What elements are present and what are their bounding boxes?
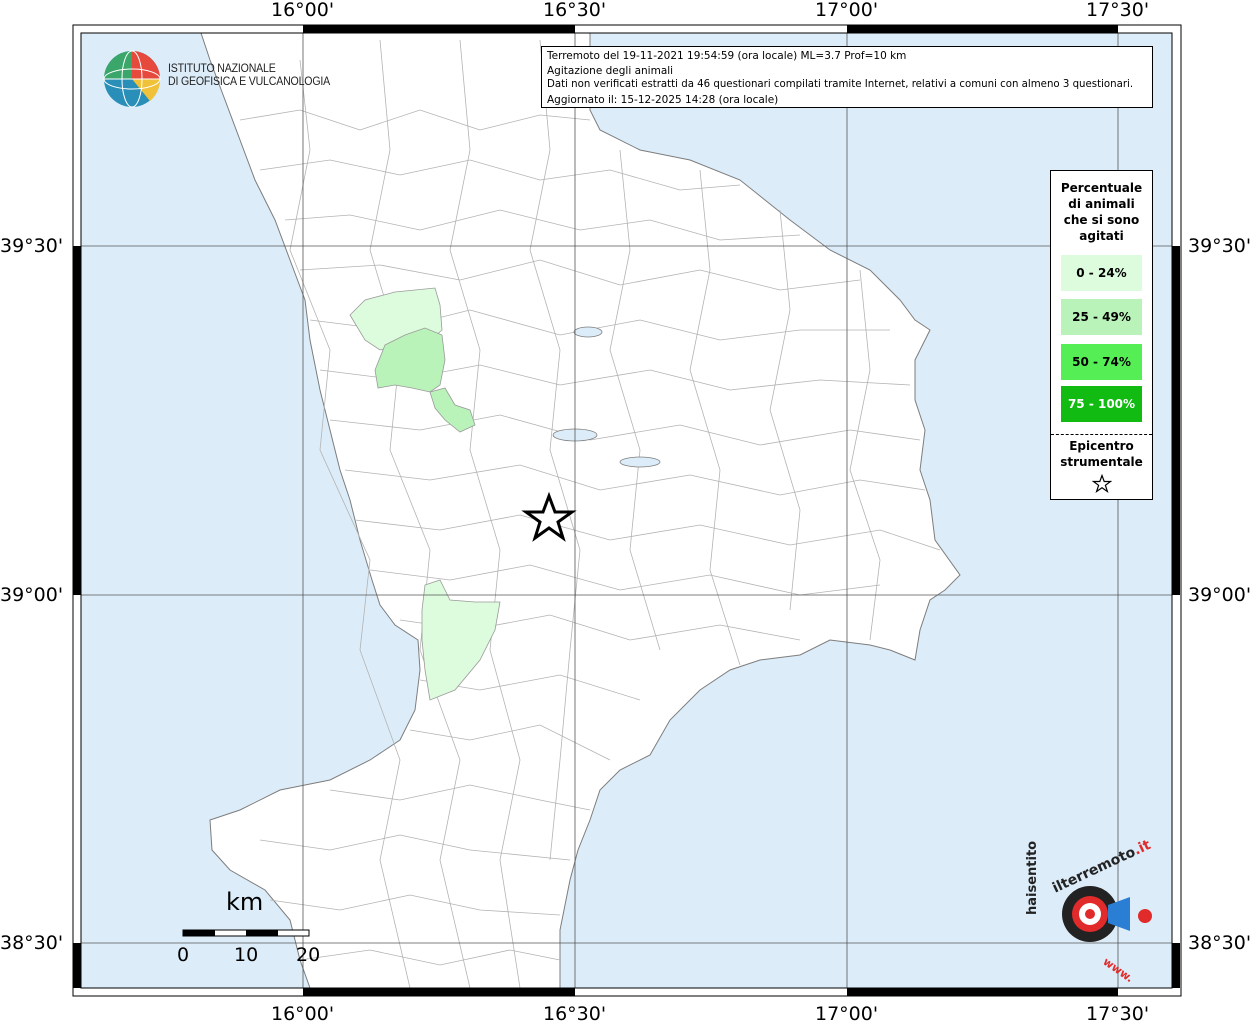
scale-bar [182,929,310,937]
lat-tick-right-39-30: 39°30' [1188,235,1252,257]
info-line-source: Dati non verificati estratti da 46 quest… [547,79,1134,91]
ingv-logo-text: ISTITUTO NAZIONALE DI GEOFISICA E VULCAN… [168,63,330,89]
lat-tick-right-39-00: 39°00' [1188,584,1252,606]
legend-title-line: agitati [1079,229,1124,243]
legend-item-50-74: 50 - 74% [1061,344,1142,380]
globe-icon [103,50,161,108]
legend-separator [1051,434,1152,435]
star-icon [1091,473,1112,494]
legend-title-line: che si sono [1063,213,1140,227]
lat-tick-left-39-00: 39°00' [0,584,64,606]
info-line-subject: Agitazione degli animali [547,64,674,77]
scale-label-0: 0 [177,944,190,966]
lake [619,456,661,468]
ingv-logo-line2: DI GEOFISICA E VULCANOLOGIA [168,76,331,88]
lon-tick-bottom-16-30: 16°30' [543,1003,607,1025]
lon-tick-bottom-17-00: 17°00' [815,1003,879,1025]
lake [573,326,603,338]
ingv-logo-line1: ISTITUTO NAZIONALE [168,63,276,75]
lon-tick-top-16-30: 16°30' [543,0,607,21]
lat-tick-left-39-30: 39°30' [0,235,64,257]
legend-epicenter: Epicentro strumentale [1051,438,1152,498]
lon-tick-bottom-17-30: 17°30' [1086,1003,1150,1025]
legend-epicenter-line: Epicentro [1069,439,1134,453]
legend-item-75-100: 75 - 100% [1061,386,1142,422]
info-line-event: Terremoto del 19-11-2021 19:54:59 (ora l… [547,50,907,62]
lon-tick-top-17-00: 17°00' [815,0,879,21]
legend: Percentuale di animali che si sono agita… [1050,170,1153,500]
legend-title-line: di animali [1068,197,1135,211]
lat-tick-right-38-30: 38°30' [1188,932,1252,954]
lat-tick-left-38-30: 38°30' [0,932,64,954]
lon-tick-bottom-16-00: 16°00' [271,1003,335,1025]
info-line-updated: Aggiornato il: 15-12-2025 14:28 (ora loc… [547,93,779,106]
legend-title: Percentuale di animali che si sono agita… [1051,180,1152,244]
scale-title: km [226,888,264,916]
legend-item-25-49: 25 - 49% [1061,299,1142,335]
legend-title-line: Percentuale [1060,181,1143,195]
legend-epicenter-line: strumentale [1060,455,1143,469]
lon-tick-top-16-00: 16°00' [271,0,335,21]
info-box: Terremoto del 19-11-2021 19:54:59 (ora l… [541,46,1153,108]
scale-label-20: 20 [296,944,321,966]
legend-item-0-24: 0 - 24% [1061,255,1142,291]
map [72,24,1182,997]
scale-label-10: 10 [234,944,259,966]
lon-tick-top-17-30: 17°30' [1086,0,1150,21]
